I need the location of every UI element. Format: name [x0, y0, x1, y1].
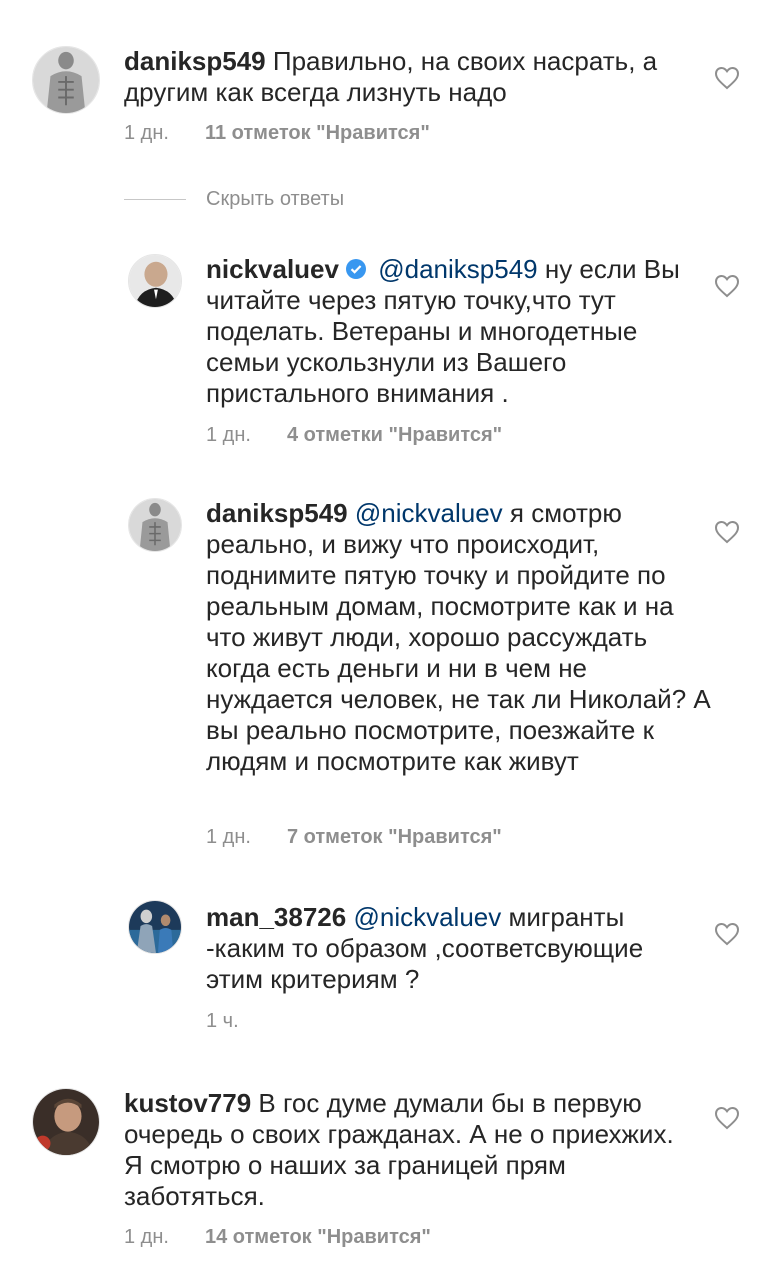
comment-meta: 1 дн. 7 отметок "Нравится"	[206, 826, 502, 849]
mention-link[interactable]: @daniksp549	[378, 254, 537, 284]
comment-meta: 1 дн. 11 отметок "Нравится"	[124, 122, 430, 145]
comment-time: 1 дн.	[124, 122, 169, 144]
avatar-daniksp549[interactable]	[128, 498, 182, 552]
comment-text: nickvaluev @daniksp549 ну если Вы читайт…	[206, 254, 686, 409]
comment-meta: 1 дн. 4 отметки "Нравится"	[206, 424, 502, 447]
heart-outline-icon[interactable]	[714, 922, 740, 946]
username[interactable]: kustov779	[124, 1088, 251, 1118]
username[interactable]: daniksp549	[124, 46, 266, 76]
heart-outline-icon[interactable]	[714, 1106, 740, 1130]
avatar-man_38726[interactable]	[128, 900, 182, 954]
comment-time: 1 ч.	[206, 1010, 239, 1032]
username[interactable]: nickvaluev	[206, 254, 339, 284]
avatar-daniksp549[interactable]	[32, 46, 100, 114]
comment-time: 1 дн.	[206, 826, 251, 848]
mention-link[interactable]: @nickvaluev	[353, 902, 501, 932]
avatar-kustov779[interactable]	[32, 1088, 100, 1156]
comment-time: 1 дн.	[206, 424, 251, 446]
mention-link[interactable]: @nickvaluev	[355, 498, 503, 528]
likes-count[interactable]: 14 отметок "Нравится"	[205, 1226, 431, 1248]
comment-text: daniksp549 @nickvaluev я смотрю реально,…	[206, 498, 716, 777]
likes-count[interactable]: 4 отметки "Нравится"	[287, 424, 502, 446]
comment-meta: 1 ч.	[206, 1010, 239, 1033]
avatar-nickvaluev[interactable]	[128, 254, 182, 308]
hide-replies-label[interactable]: Скрыть ответы	[206, 188, 344, 211]
comment-text: daniksp549 Правильно, на своих насрать, …	[124, 46, 684, 108]
heart-outline-icon[interactable]	[714, 274, 740, 298]
comment-meta: 1 дн. 14 отметок "Нравится"	[124, 1226, 431, 1249]
heart-outline-icon[interactable]	[714, 520, 740, 544]
username[interactable]: man_38726	[206, 902, 346, 932]
verified-badge-icon	[345, 259, 366, 279]
comment-time: 1 дн.	[124, 1226, 169, 1248]
comment-text: man_38726 @nickvaluev мигранты -каким то…	[206, 902, 686, 995]
comment-body: я смотрю реально, и вижу что происходит,…	[206, 498, 711, 776]
comment-text: kustov779 В гос думе думали бы в первую …	[124, 1088, 684, 1212]
likes-count[interactable]: 11 отметок "Нравится"	[205, 122, 430, 144]
heart-outline-icon[interactable]	[714, 66, 740, 90]
hide-replies-divider	[124, 199, 186, 200]
likes-count[interactable]: 7 отметок "Нравится"	[287, 826, 502, 848]
username[interactable]: daniksp549	[206, 498, 348, 528]
